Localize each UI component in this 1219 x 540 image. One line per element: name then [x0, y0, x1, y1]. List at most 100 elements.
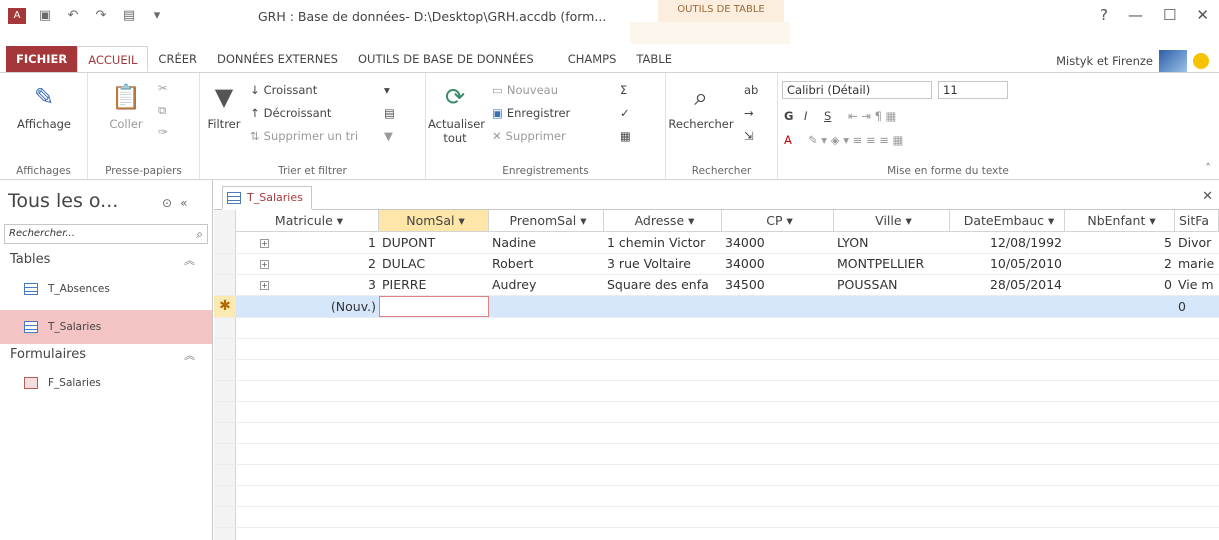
close-document-icon[interactable]: ✕	[1202, 189, 1213, 204]
nav-collapse-icon[interactable]: «	[180, 196, 187, 210]
remove-sort-button[interactable]: ⇅ Supprimer un tri	[250, 129, 358, 143]
close-button[interactable]: ✕	[1196, 6, 1209, 24]
cell-nbenfant[interactable]: 5	[1065, 232, 1175, 253]
cell-ville[interactable]: MONTPELLIER	[834, 253, 950, 274]
save-record-button[interactable]: ▣ Enregistrer	[492, 106, 570, 120]
feedback-smiley-icon[interactable]	[1193, 53, 1209, 69]
collapse-ribbon-icon[interactable]: ˄	[1205, 161, 1211, 175]
cell-new-matricule[interactable]: (Nouv.)	[236, 296, 379, 317]
cell-matricule[interactable]: 1	[236, 232, 379, 253]
search-icon[interactable]: ⌕	[196, 225, 203, 243]
toggle-filter-icon[interactable]: ▼	[384, 129, 393, 143]
advanced-filter-icon[interactable]: ▤	[384, 106, 395, 120]
sort-desc-button[interactable]: ↑ Décroissant	[250, 106, 331, 120]
select-icon[interactable]: ⇲	[744, 129, 754, 143]
cell-prenomsal[interactable]: Audrey	[489, 274, 604, 295]
totals-icon[interactable]: Σ	[620, 83, 627, 97]
underline-button[interactable]: S	[824, 109, 831, 123]
minimize-button[interactable]: —	[1128, 6, 1143, 24]
more-icon[interactable]: ▦	[620, 129, 631, 143]
cell-nomsal[interactable]: DULAC	[379, 253, 489, 274]
collapse-chevron-icon[interactable]: ︽	[184, 252, 195, 268]
nav-item-t-absences[interactable]: T_Absences	[0, 272, 212, 306]
cell-matricule[interactable]: 2	[236, 253, 379, 274]
italic-button[interactable]: I	[804, 109, 807, 123]
cell-dateembauc[interactable]: 12/08/1992	[950, 232, 1065, 253]
font-size-select[interactable]: 11	[938, 81, 1008, 99]
goto-icon[interactable]: →	[744, 106, 754, 120]
tab-accueil[interactable]: ACCUEIL	[77, 46, 149, 72]
cell-sitfa[interactable]: marie	[1175, 253, 1219, 274]
cell-new-nbenfant[interactable]: 0	[1175, 296, 1219, 317]
sort-asc-button[interactable]: ↓ Croissant	[250, 83, 317, 97]
nav-section-formulaires[interactable]: Formulaires ︽	[10, 347, 195, 362]
cell-prenomsal[interactable]: Robert	[489, 253, 604, 274]
affichage-button[interactable]: ✎ Affichage	[6, 81, 82, 131]
cell-dateembauc[interactable]: 10/05/2010	[950, 253, 1065, 274]
cell-matricule[interactable]: 3	[236, 274, 379, 295]
cell-adresse[interactable]: 3 rue Voltaire	[604, 253, 722, 274]
cell-nbenfant[interactable]: 0	[1065, 274, 1175, 295]
nav-item-t-salaries[interactable]: T_Salaries	[0, 310, 212, 344]
cell-sitfa[interactable]: Vie m	[1175, 274, 1219, 295]
tab-donnees-externes[interactable]: DONNÉES EXTERNES	[207, 46, 348, 72]
cell-cp[interactable]: 34000	[722, 232, 834, 253]
cell-new-nomsal[interactable]	[379, 296, 489, 317]
save-icon[interactable]: ▣	[36, 8, 54, 24]
selection-filter-icon[interactable]: ▾	[384, 83, 390, 97]
maximize-button[interactable]: ☐	[1163, 6, 1176, 24]
cut-icon[interactable]: ✂	[158, 81, 168, 95]
filtrer-button[interactable]: ▼ Filtrer	[202, 81, 246, 131]
coller-button[interactable]: 📋 Coller	[96, 81, 156, 131]
user-account[interactable]: Mistyk et Firenze	[1056, 50, 1209, 72]
cell-nomsal[interactable]: PIERRE	[379, 274, 489, 295]
col-header-matricule[interactable]: Matricule ▾	[236, 210, 379, 232]
copy-icon[interactable]: ⧉	[158, 103, 166, 118]
col-header-prenomsal[interactable]: PrenomSal ▾	[489, 210, 604, 232]
collapse-chevron-icon[interactable]: ︽	[184, 347, 195, 363]
spelling-icon[interactable]: ✓	[620, 106, 630, 120]
font-select[interactable]: Calibri (Détail)	[782, 81, 932, 99]
highlight-icon[interactable]: ✎ ▾ ◈ ▾ ≡ ≡ ≡ ▦	[808, 133, 903, 147]
tab-champs[interactable]: CHAMPS	[558, 46, 627, 72]
format-painter-icon[interactable]: ✑	[158, 125, 168, 139]
cell-sitfa[interactable]: Divor	[1175, 232, 1219, 253]
cell-nomsal[interactable]: DUPONT	[379, 232, 489, 253]
nav-search-input[interactable]: Rechercher... ⌕	[4, 224, 208, 244]
cell-ville[interactable]: POUSSAN	[834, 274, 950, 295]
tab-table[interactable]: TABLE	[626, 46, 682, 72]
actualiser-button[interactable]: ⟳ Actualiser tout	[428, 81, 485, 145]
tab-t-salaries[interactable]: T_Salaries	[222, 186, 312, 210]
col-header-dateembauc[interactable]: DateEmbauc ▾	[950, 210, 1065, 232]
cell-prenomsal[interactable]: Nadine	[489, 232, 604, 253]
cell-nbenfant[interactable]: 2	[1065, 253, 1175, 274]
form-icon[interactable]: ▤	[120, 8, 138, 24]
cell-dateembauc[interactable]: 28/05/2014	[950, 274, 1065, 295]
col-header-nbenfant[interactable]: NbEnfant ▾	[1065, 210, 1175, 232]
bold-button[interactable]: G	[784, 109, 793, 123]
new-record-button[interactable]: ▭ Nouveau	[492, 83, 558, 97]
col-header-adresse[interactable]: Adresse ▾	[604, 210, 722, 232]
col-header-nomsal[interactable]: NomSal ▾	[379, 210, 489, 232]
cell-adresse[interactable]: Square des enfa	[604, 274, 722, 295]
nav-section-tables[interactable]: Tables ︽	[10, 252, 195, 267]
nav-item-f-salaries[interactable]: F_Salaries	[0, 366, 212, 400]
cell-adresse[interactable]: 1 chemin Victor	[604, 232, 722, 253]
nav-menu-icon[interactable]: ⊙	[162, 196, 172, 210]
help-button[interactable]: ?	[1100, 6, 1108, 24]
font-color-icon[interactable]: A	[784, 133, 792, 147]
rechercher-button[interactable]: ⌕ Rechercher	[666, 81, 736, 131]
tab-outils-bd[interactable]: OUTILS DE BASE DE DONNÉES	[348, 46, 544, 72]
tab-creer[interactable]: CRÉER	[148, 46, 207, 72]
nav-title[interactable]: Tous les o...	[8, 190, 118, 212]
undo-icon[interactable]: ↶	[64, 8, 82, 24]
indent-icon[interactable]: ⇤ ⇥ ¶ ▦	[848, 109, 896, 123]
tab-fichier[interactable]: FICHIER	[6, 46, 78, 72]
cell-cp[interactable]: 34500	[722, 274, 834, 295]
cell-ville[interactable]: LYON	[834, 232, 950, 253]
col-header-ville[interactable]: Ville ▾	[834, 210, 950, 232]
redo-icon[interactable]: ↷	[92, 8, 110, 24]
col-header-cp[interactable]: CP ▾	[722, 210, 834, 232]
customize-qat-icon[interactable]: ▾	[148, 8, 166, 24]
avatar[interactable]	[1159, 50, 1187, 72]
